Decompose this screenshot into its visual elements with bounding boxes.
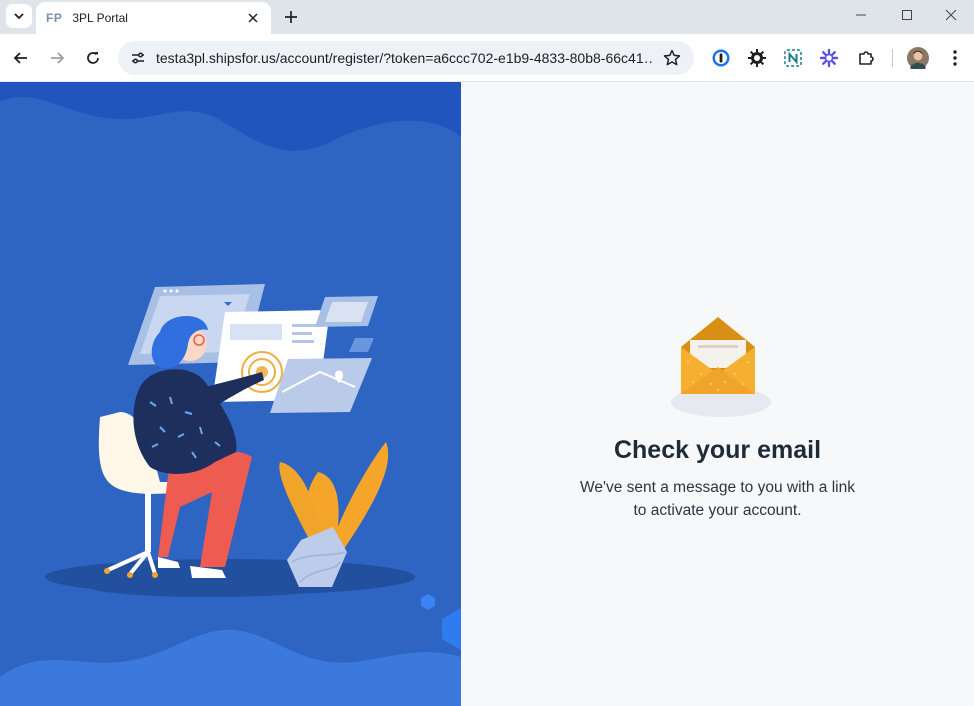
password-manager-extension[interactable] — [710, 47, 732, 69]
settings-extension[interactable] — [746, 47, 768, 69]
envelope-icon — [670, 317, 771, 417]
site-settings-icon — [132, 52, 144, 64]
bookmark-button[interactable] — [662, 48, 682, 68]
password-manager-icon — [712, 49, 730, 67]
gear-icon — [748, 49, 766, 67]
url-text: testa3pl.shipsfor.us/account/register/?t… — [156, 50, 654, 66]
reload-button[interactable] — [79, 44, 107, 72]
new-tab-button[interactable] — [279, 5, 303, 29]
reload-icon — [87, 52, 99, 64]
tab-search-icon — [14, 13, 24, 20]
close-icon — [945, 9, 957, 21]
remote-worker-illustration — [0, 82, 461, 706]
back-button[interactable] — [7, 44, 35, 72]
tab-close-button[interactable] — [245, 10, 261, 26]
confirmation-message: We've sent a message to you with a link … — [461, 476, 974, 522]
site-settings-button[interactable] — [128, 48, 148, 68]
n-extension-icon — [784, 49, 802, 67]
new-tab-icon — [285, 11, 297, 23]
more-menu-icon — [953, 50, 957, 66]
n-extension[interactable] — [782, 47, 804, 69]
active-tab[interactable]: FP 3PL Portal — [36, 2, 271, 34]
close-icon — [248, 13, 258, 23]
message-line-1: We've sent a message to you with a link — [580, 479, 855, 496]
back-icon — [13, 52, 27, 64]
confirmation-panel: Check your email We've sent a message to… — [461, 82, 974, 706]
illustration-panel — [0, 82, 461, 706]
message-line-2: to activate your account. — [633, 502, 802, 519]
star-icon — [663, 49, 681, 66]
tab-favicon: FP — [46, 11, 63, 25]
page-content: Check your email We've sent a message to… — [0, 82, 974, 706]
extensions-button[interactable] — [855, 47, 877, 69]
profile-avatar[interactable] — [907, 47, 929, 69]
email-confirmation: Check your email We've sent a message to… — [461, 312, 974, 522]
profile-avatar-icon — [907, 47, 929, 69]
extensions-puzzle-icon — [859, 51, 874, 65]
maximize-icon — [902, 10, 912, 20]
page-title: Check your email — [613, 436, 822, 464]
tab-search-button[interactable] — [6, 4, 32, 28]
sparkle-extension-icon — [819, 48, 839, 68]
browser-toolbar: testa3pl.shipsfor.us/account/register/?t… — [0, 34, 974, 82]
sparkle-extension[interactable] — [818, 47, 840, 69]
forward-button[interactable] — [43, 44, 71, 72]
minimize-icon — [856, 14, 866, 16]
address-bar[interactable]: testa3pl.shipsfor.us/account/register/?t… — [118, 41, 694, 75]
window-close-button[interactable] — [928, 0, 974, 30]
forward-icon — [51, 52, 65, 64]
more-menu-button[interactable] — [944, 47, 966, 69]
tab-title: 3PL Portal — [72, 11, 128, 25]
tab-strip: FP 3PL Portal — [0, 0, 974, 34]
maximize-button[interactable] — [884, 0, 930, 30]
minimize-button[interactable] — [838, 0, 884, 30]
toolbar-divider — [892, 49, 893, 67]
